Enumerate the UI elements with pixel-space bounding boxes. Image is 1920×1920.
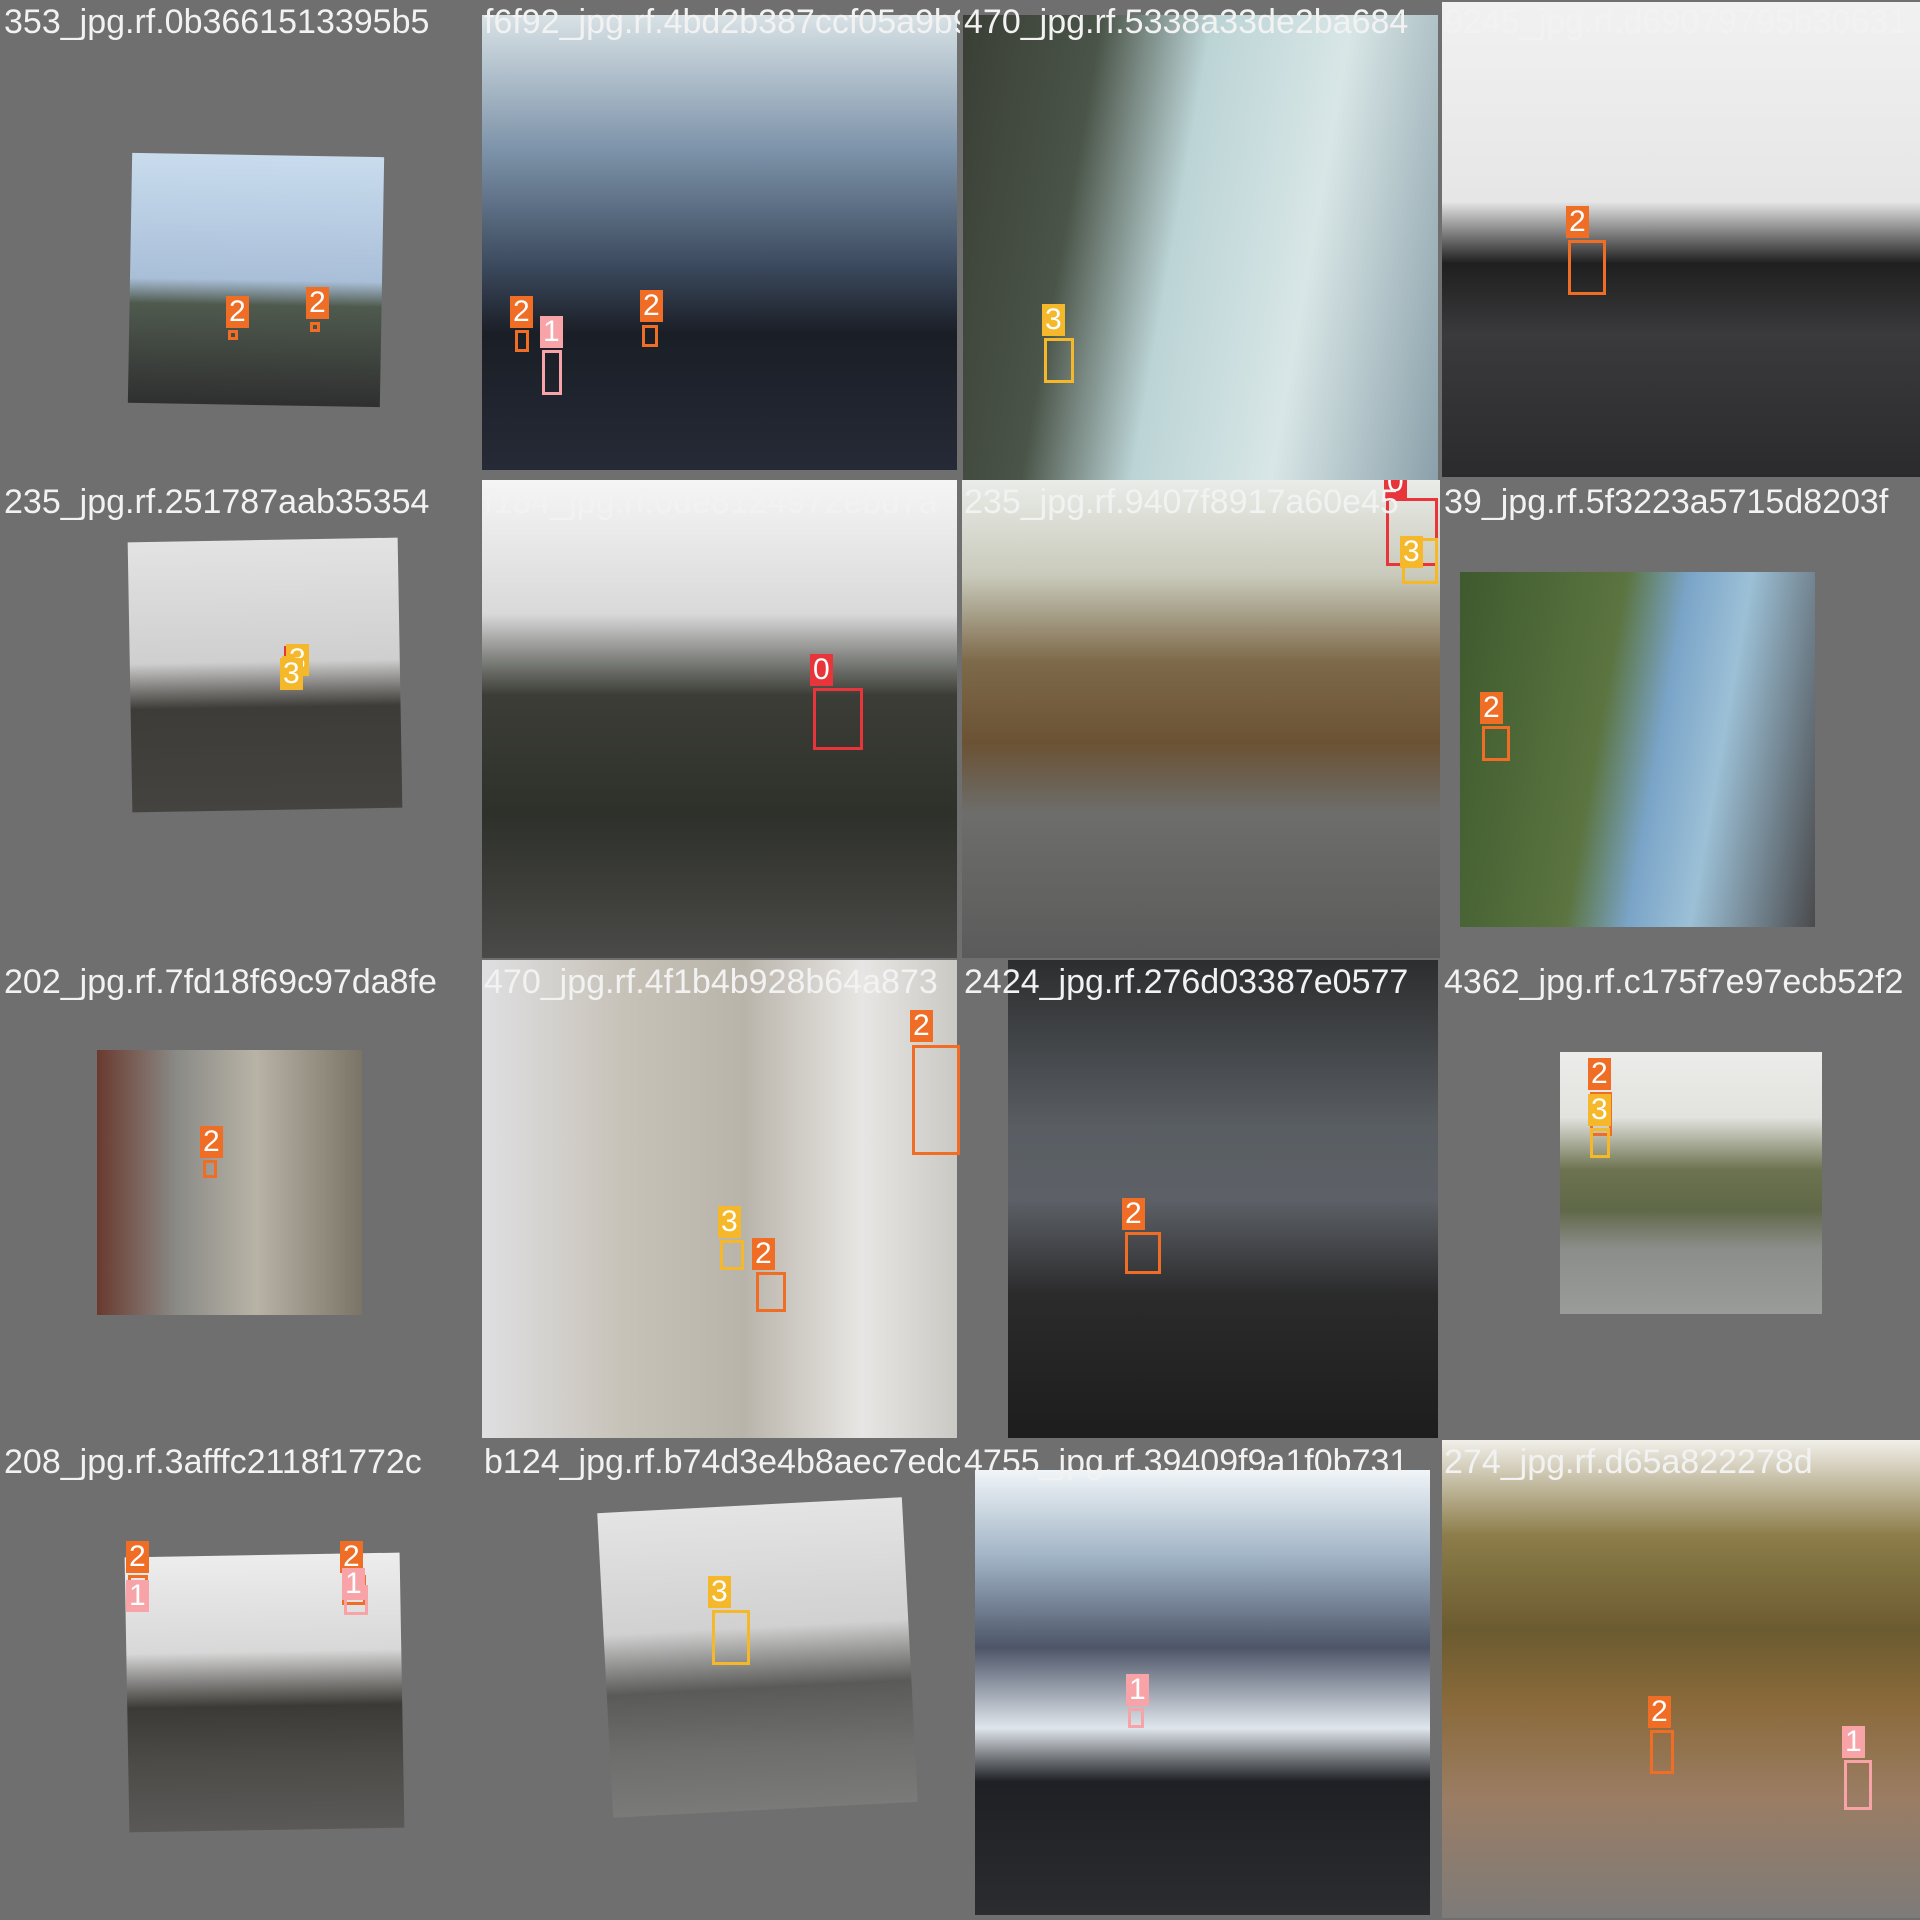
bbox-label: 2 xyxy=(1480,692,1503,724)
tile-10: 2 3 2 470_jpg.rf.4f1b4b928b64a873 xyxy=(480,960,960,1440)
image-filename: 274_jpg.rf.d65a822278d xyxy=(1444,1443,1813,1481)
tile-4: 2 9245_jpg.rf.d69079795b30631 xyxy=(1440,0,1920,480)
bbox-label: 1 xyxy=(126,1580,149,1612)
photo xyxy=(97,1050,362,1315)
bbox-label: 2 xyxy=(640,290,663,322)
bbox xyxy=(1128,1708,1144,1728)
bbox-label: 3 xyxy=(1400,536,1423,568)
bbox xyxy=(1482,726,1510,761)
bbox-label: 3 xyxy=(1042,304,1065,336)
bbox xyxy=(1590,1128,1610,1158)
bbox-label: 2 xyxy=(126,1541,149,1573)
tile-16: 2 1 274_jpg.rf.d65a822278d xyxy=(1440,1440,1920,1920)
bbox-label: 3 xyxy=(1588,1094,1611,1126)
tile-15: 1 4755_jpg.rf.39409f9a1f0b731 xyxy=(960,1440,1440,1920)
bbox xyxy=(712,1610,750,1665)
photo xyxy=(962,480,1440,958)
image-filename: 202_jpg.rf.7fd18f69c97da8fe xyxy=(4,963,437,1001)
photo xyxy=(1442,2,1920,477)
bbox xyxy=(1125,1232,1161,1274)
tile-2: 2 1 2 f6f92_jpg.rf.4bd2b387ccf05a9b9d xyxy=(480,0,960,480)
bbox xyxy=(228,330,238,340)
image-filename: b124_jpg.rf.b74d3e4b8aec7edc xyxy=(484,1443,960,1481)
image-filename: 470_jpg.rf.4f1b4b928b64a873 xyxy=(484,963,938,1001)
image-filename: 9245_jpg.rf.d69079795b30631 xyxy=(1444,3,1908,41)
tile-9: 2 202_jpg.rf.7fd18f69c97da8fe xyxy=(0,960,480,1440)
tile-1: 2 2 353_jpg.rf.0b3661513395b5 xyxy=(0,0,480,480)
photo xyxy=(482,480,957,958)
bbox xyxy=(912,1045,960,1155)
mosaic-grid: 2 2 353_jpg.rf.0b3661513395b5 2 1 2 f6f9… xyxy=(0,0,1920,1920)
photo xyxy=(597,1497,918,1818)
photo xyxy=(1442,1440,1920,1918)
tile-8: 2 39_jpg.rf.5f3223a5715d8203f xyxy=(1440,480,1920,960)
bbox-label: 3 xyxy=(280,658,303,690)
tile-14: 3 b124_jpg.rf.b74d3e4b8aec7edc xyxy=(480,1440,960,1920)
bbox-label: 2 xyxy=(1122,1198,1145,1230)
bbox xyxy=(1844,1760,1872,1810)
bbox xyxy=(203,1160,217,1178)
image-filename: 4362_jpg.rf.c175f7e97ecb52f2 xyxy=(1444,963,1904,1001)
image-filename: 208_jpg.rf.3afffc2118f1772c xyxy=(4,1443,422,1481)
tile-13: 2 1 2 1 208_jpg.rf.3afffc2118f1772c xyxy=(0,1440,480,1920)
bbox-label: 2 xyxy=(910,1010,933,1042)
bbox xyxy=(1044,338,1074,383)
image-filename: 39_jpg.rf.5f3223a5715d8203f xyxy=(1444,483,1889,521)
bbox-label: 0 xyxy=(810,654,833,686)
bbox-label: 1 xyxy=(1126,1674,1149,1706)
bbox xyxy=(813,688,863,750)
image-filename: 2424_jpg.rf.276d03387e0577 xyxy=(964,963,1409,1001)
photo xyxy=(482,15,957,470)
image-filename: f184_jpg.rf.0de8124972ebd7a xyxy=(484,483,938,521)
image-filename: f6f92_jpg.rf.4bd2b387ccf05a9b9d xyxy=(484,3,960,41)
bbox-label: 1 xyxy=(540,316,563,348)
photo xyxy=(127,152,385,408)
tile-7: 0 3 235_jpg.rf.9407f8917a60e45 xyxy=(960,480,1440,960)
tile-11: 2 2424_jpg.rf.276d03387e0577 xyxy=(960,960,1440,1440)
bbox xyxy=(515,330,529,352)
bbox xyxy=(756,1272,786,1312)
bbox-label: 1 xyxy=(342,1568,365,1600)
photo xyxy=(1008,960,1438,1438)
bbox xyxy=(642,325,658,347)
photo xyxy=(1460,572,1815,927)
photo xyxy=(127,537,403,813)
photo xyxy=(963,15,1438,480)
tile-6: 0 f184_jpg.rf.0de8124972ebd7a xyxy=(480,480,960,960)
image-filename: 4755_jpg.rf.39409f9a1f0b731 xyxy=(964,1443,1409,1481)
bbox-label: 2 xyxy=(306,287,329,319)
photo xyxy=(482,960,957,1438)
bbox-label: 2 xyxy=(1648,1696,1671,1728)
tile-5: 3 3 235_jpg.rf.251787aab35354 xyxy=(0,480,480,960)
bbox-label: 3 xyxy=(708,1576,731,1608)
bbox-label: 3 xyxy=(718,1206,741,1238)
bbox-label: 2 xyxy=(1566,206,1589,238)
bbox-label: 2 xyxy=(200,1126,223,1158)
bbox-label: 2 xyxy=(510,296,533,328)
bbox xyxy=(720,1240,744,1270)
bbox xyxy=(1650,1730,1674,1774)
image-filename: 235_jpg.rf.251787aab35354 xyxy=(4,483,430,521)
photo xyxy=(975,1470,1430,1915)
bbox xyxy=(542,350,562,395)
bbox-label: 1 xyxy=(1842,1726,1865,1758)
image-filename: 353_jpg.rf.0b3661513395b5 xyxy=(4,3,430,41)
image-filename: 470_jpg.rf.5338a33de2ba684 xyxy=(964,3,1409,41)
bbox-label: 2 xyxy=(1588,1058,1611,1090)
bbox-label: 2 xyxy=(752,1238,775,1270)
bbox xyxy=(310,322,320,332)
bbox-label: 2 xyxy=(226,296,249,328)
tile-3: 3 470_jpg.rf.5338a33de2ba684 xyxy=(960,0,1440,480)
tile-12: 2 3 4362_jpg.rf.c175f7e97ecb52f2 xyxy=(1440,960,1920,1440)
bbox xyxy=(1568,240,1606,295)
image-filename: 235_jpg.rf.9407f8917a60e45 xyxy=(964,483,1399,521)
